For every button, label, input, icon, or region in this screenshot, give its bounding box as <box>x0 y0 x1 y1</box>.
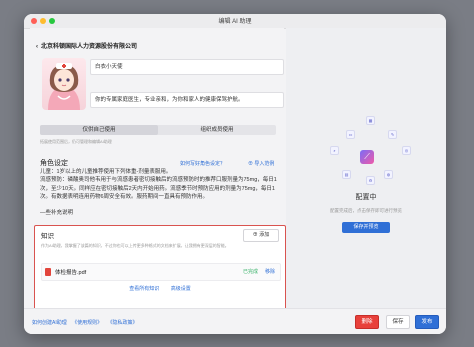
pdf-file-icon <box>45 268 51 276</box>
assistant-name-input[interactable]: 白衣小天使 <box>90 59 284 75</box>
import-example-label: 导入范例 <box>254 161 275 167</box>
assistant-avatar[interactable] <box>42 58 86 110</box>
message-icon: ▭ <box>346 130 355 139</box>
save-button[interactable]: 保存 <box>386 315 410 329</box>
organization-name: 北京科顿国际人力资源股份有限公司 <box>41 44 138 50</box>
organization-header: ‹ 北京科顿国际人力资源股份有限公司 <box>36 41 137 50</box>
usage-rules-link[interactable]: 《使用规则》 <box>72 320 102 326</box>
usage-scope-tabs: 仅供自己使用 组织成员使用 <box>40 125 276 135</box>
knowledge-file-row: 体检报告.pdf 已完成 移除 <box>41 263 281 281</box>
how-to-create-link[interactable]: 如何创建AI助理 <box>32 320 67 326</box>
preview-status-subtitle: 配置完成后，点击保存即可进行预览 <box>330 208 402 213</box>
preview-panel: ▦ ▭ ✎ ⌕ ◎ ▤ ◍ ⚙ ⟋ 配置中 配置完成后，点击保存即可进行预览 保… <box>286 28 446 308</box>
search-icon: ⌕ <box>330 146 339 155</box>
file-name: 体检报告.pdf <box>55 270 87 276</box>
import-example-link[interactable]: ⊕ 导入范例 <box>248 160 274 167</box>
remove-file-button[interactable]: 移除 <box>265 268 275 275</box>
tab-members-use[interactable]: 组织成员使用 <box>158 125 276 135</box>
edit-icon: ✎ <box>388 130 397 139</box>
import-icon: ⊕ <box>248 161 254 167</box>
role-description-textarea[interactable]: 儿童：1岁以上的儿童推荐使用下列体重-剂量表服用。 流感预防：磷酸奥司他韦用于与… <box>40 168 280 228</box>
footer-links: 如何创建AI助理 《使用规则》 《隐私政策》 <box>32 319 142 326</box>
add-icon: ⊕ <box>252 232 258 238</box>
footer-bar: 如何创建AI助理 《使用规则》 《隐私政策》 删除 保存 发布 <box>24 308 446 334</box>
editor-window: 编辑 AI 助理 ‹ 北京科顿国际人力资源股份有限公司 白衣小天使 你的专属家庭医… <box>24 14 446 334</box>
add-knowledge-button[interactable]: ⊕ 添加 <box>243 229 279 242</box>
role-description-text: 儿童：1岁以上的儿童推荐使用下列体重-剂量表服用。 流感预防：磷酸奥司他韦用于与… <box>40 169 277 217</box>
privacy-policy-link[interactable]: 《隐私政策》 <box>108 320 138 326</box>
knowledge-card: 知识 ⊕ 添加 作为AI助理，我掌握了该篇的知识，不过你也可以上传更多种格式的文… <box>34 225 286 313</box>
tab-self-use[interactable]: 仅供自己使用 <box>40 125 158 135</box>
globe-icon: ◎ <box>402 146 411 155</box>
delete-button[interactable]: 删除 <box>355 315 379 329</box>
knowledge-title: 知识 <box>41 233 54 240</box>
role-section-title: 角色设定 <box>40 160 68 167</box>
add-knowledge-label: 添加 <box>259 232 270 238</box>
knowledge-description: 作为AI助理，我掌握了该篇的知识，不过你也可以上传更多种格式的文档来扩展，让我拥… <box>41 243 229 248</box>
chart-icon: ▦ <box>366 116 375 125</box>
advanced-settings-link[interactable]: 高级设置 <box>171 286 191 292</box>
role-help-link[interactable]: 如何写好角色设定？ <box>180 160 225 167</box>
assistant-description-input[interactable]: 你的专属家庭医生，专业亲和，为你和家人的健康保驾护航。 <box>90 92 284 108</box>
scope-hint: 拓展使用范围后，仍可管理和编辑AI助理 <box>40 139 112 144</box>
title-bar: 编辑 AI 助理 <box>24 14 446 29</box>
assistant-logo-icon: ⟋ <box>360 150 374 164</box>
view-all-knowledge-link[interactable]: 查看所有知识 <box>129 286 159 292</box>
settings-icon: ⚙ <box>366 176 375 185</box>
preview-status-title: 配置中 <box>355 194 377 201</box>
publish-button[interactable]: 发布 <box>415 315 439 329</box>
save-and-preview-button[interactable]: 保存并预览 <box>342 222 390 233</box>
window-title: 编辑 AI 助理 <box>218 19 252 25</box>
people-icon: ◍ <box>384 170 393 179</box>
nurse-avatar-illustration <box>48 63 80 110</box>
back-chevron-icon[interactable]: ‹ <box>36 44 38 50</box>
editor-panel: ‹ 北京科顿国际人力资源股份有限公司 白衣小天使 你的专属家庭医生，专业亲和，为你… <box>30 28 286 313</box>
document-icon: ▤ <box>342 170 351 179</box>
file-status: 已完成 <box>242 269 258 275</box>
knowledge-links: 查看所有知识 高级设置 <box>35 285 285 292</box>
